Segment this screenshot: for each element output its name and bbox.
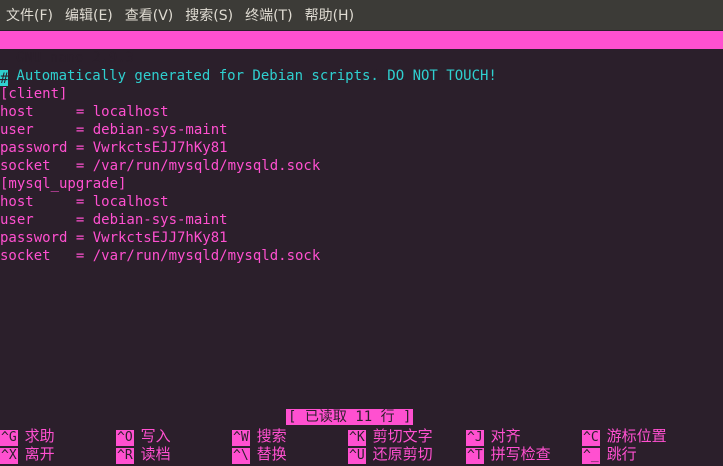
file-line-10: password = VwrkctsEJJ7hKy81 — [0, 230, 228, 246]
menu-terminal[interactable]: 终端(T) — [239, 5, 292, 25]
menu-help[interactable]: 帮助(H) — [299, 5, 354, 25]
shortcut-replace[interactable]: ^\ 替换 — [232, 445, 287, 464]
status-message: [ 已读取 11 行 ] — [286, 409, 414, 425]
file-line-6: socket = /var/run/mysqld/mysqld.sock — [0, 158, 321, 174]
shortcut-exit[interactable]: ^X 离开 — [0, 445, 55, 464]
file-line-7: [mysql_upgrade] — [0, 176, 127, 192]
shortcut-write[interactable]: ^O 写入 — [116, 427, 171, 446]
menu-search[interactable]: 搜索(S) — [179, 5, 233, 25]
shortcut-cursor-pos[interactable]: ^C 游标位置 — [582, 427, 667, 446]
file-line-8: host = localhost — [0, 194, 169, 210]
file-line-4: user = debian-sys-maint — [0, 122, 228, 138]
menu-file[interactable]: 文件(F) — [0, 5, 53, 25]
file-line-11: socket = /var/run/mysqld/mysqld.sock — [0, 248, 321, 264]
shortcut-search[interactable]: ^W 搜索 — [232, 427, 287, 446]
menu-edit[interactable]: 编辑(E) — [59, 5, 113, 25]
shortcut-uncut[interactable]: ^U 还原剪切 — [348, 445, 433, 464]
shortcut-read-file[interactable]: ^R 读档 — [116, 445, 171, 464]
terminal-menubar: 文件(F) 编辑(E) 查看(V) 搜索(S) 终端(T) 帮助(H) — [0, 0, 723, 30]
file-line-5: password = VwrkctsEJJ7hKy81 — [0, 140, 228, 156]
shortcut-justify[interactable]: ^J 对齐 — [466, 427, 521, 446]
menu-view[interactable]: 查看(V) — [119, 5, 174, 25]
shortcut-row-1: ^G 求助 ^O 写入 ^W 搜索 ^K 剪切文字 ^J 对齐 ^C 游标位置 — [0, 427, 723, 446]
shortcut-row-2: ^X 离开 ^R 读档 ^\ 替换 ^U 还原剪切 ^T 拼写检查 ^_ 跳行 — [0, 445, 723, 464]
text-cursor: # — [0, 70, 9, 87]
shortcut-cut[interactable]: ^K 剪切文字 — [348, 427, 433, 446]
shortcut-bar: ^G 求助 ^O 写入 ^W 搜索 ^K 剪切文字 ^J 对齐 ^C 游标位置 ^X 离开 ^… — [0, 427, 723, 464]
file-line-3: host = localhost — [0, 104, 169, 120]
nano-editor[interactable]: # Automatically generated for Debian scr… — [0, 67, 723, 265]
nano-titlebar: GNU nano 2.9.3 /etc/mysql/debian.cnf — [0, 31, 723, 84]
file-line-2: [client] — [0, 86, 68, 102]
shortcut-spell-check[interactable]: ^T 拼写检查 — [466, 445, 551, 464]
shortcut-help[interactable]: ^G 求助 — [0, 427, 55, 446]
shortcut-goto-line[interactable]: ^_ 跳行 — [582, 445, 637, 464]
file-line-9: user = debian-sys-maint — [0, 212, 228, 228]
file-line-1: # Automatically generated for Debian scr… — [0, 68, 497, 87]
nano-version: GNU nano 2.9.3 — [16, 50, 135, 66]
